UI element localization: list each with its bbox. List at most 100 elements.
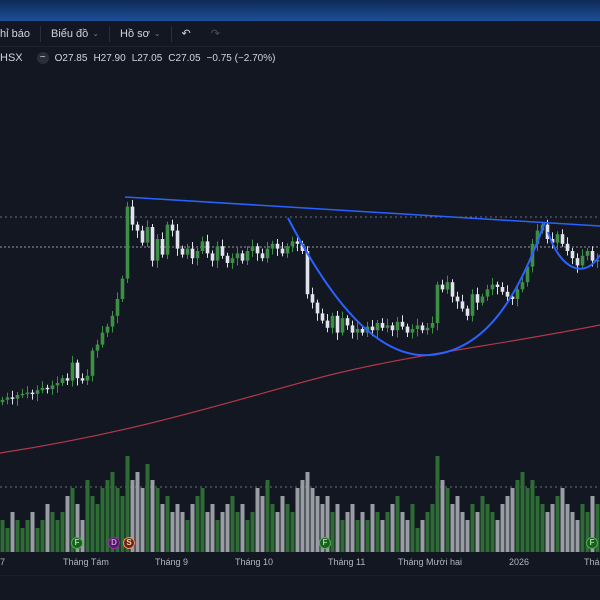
- volume-bar: [355, 520, 360, 552]
- volume-bar: [335, 504, 340, 552]
- candle-body: [395, 321, 400, 331]
- candle-body: [155, 239, 160, 261]
- financials-event-marker[interactable]: F: [319, 537, 331, 549]
- volume-bar: [205, 512, 210, 552]
- candle-body: [50, 385, 55, 389]
- volume-bar: [550, 504, 555, 552]
- split-event-marker[interactable]: S: [123, 537, 135, 549]
- cup-curve-drawing[interactable]: [287, 217, 546, 357]
- candle-body: [90, 350, 95, 376]
- volume-bar: [100, 488, 105, 552]
- volume-bar: [520, 472, 525, 552]
- financials-event-marker[interactable]: F: [586, 537, 598, 549]
- volume-bar: [395, 496, 400, 552]
- candle-body: [585, 251, 590, 256]
- price-chart[interactable]: [0, 0, 600, 575]
- volume-bar: [345, 512, 350, 552]
- candle-body: [275, 243, 280, 249]
- candle-body: [65, 378, 70, 381]
- candle-body: [310, 294, 315, 303]
- candle-body: [185, 248, 190, 255]
- candle-body: [590, 251, 595, 261]
- volume-bar: [460, 512, 465, 552]
- volume-bar: [450, 504, 455, 552]
- candle-body: [230, 258, 235, 263]
- candle-body: [565, 243, 570, 251]
- dividend-event-marker[interactable]: D: [108, 537, 120, 549]
- volume-bar: [285, 504, 290, 552]
- candle-body: [140, 230, 145, 243]
- volume-bar: [160, 504, 165, 552]
- candle-body: [445, 282, 450, 290]
- volume-bar: [20, 528, 25, 552]
- candle-body: [40, 387, 45, 391]
- volume-bar: [555, 496, 560, 552]
- candle-body: [210, 253, 215, 261]
- candle-body: [170, 224, 175, 231]
- candle-body: [315, 302, 320, 314]
- candle-body: [150, 227, 155, 261]
- candle-body: [440, 284, 445, 290]
- candle-body: [425, 327, 430, 331]
- volume-bar: [40, 520, 45, 552]
- financials-event-marker[interactable]: F: [71, 537, 83, 549]
- candle-body: [10, 397, 15, 399]
- volume-bar: [545, 512, 550, 552]
- volume-bar: [365, 520, 370, 552]
- candle-body: [280, 248, 285, 254]
- candle-body: [45, 387, 50, 390]
- candle-body: [20, 393, 25, 396]
- volume-bar: [360, 512, 365, 552]
- volume-bar: [525, 488, 530, 552]
- volume-bar: [90, 496, 95, 552]
- volume-bar: [405, 520, 410, 552]
- volume-bar: [505, 496, 510, 552]
- candle-body: [400, 321, 405, 327]
- volume-bar: [305, 472, 310, 552]
- candle-body: [270, 243, 275, 249]
- candle-body: [205, 241, 210, 254]
- candle-body: [115, 299, 120, 316]
- volume-bar: [0, 520, 5, 552]
- candle-body: [260, 253, 265, 259]
- volume-bar: [485, 504, 490, 552]
- candle-body: [55, 383, 60, 386]
- volume-bar: [155, 488, 160, 552]
- volume-bar: [310, 488, 315, 552]
- volume-bar: [25, 520, 30, 552]
- candle-body: [420, 325, 425, 331]
- candle-body: [160, 239, 165, 255]
- candle-body: [285, 246, 290, 254]
- candle-body: [105, 326, 110, 333]
- volume-bar: [85, 480, 90, 552]
- volume-bar: [445, 488, 450, 552]
- volume-bar: [200, 488, 205, 552]
- volume-bar: [400, 512, 405, 552]
- candle-body: [190, 248, 195, 259]
- candle-body: [345, 318, 350, 326]
- trendline-drawing[interactable]: [124, 196, 600, 227]
- candle-body: [30, 392, 35, 395]
- candle-body: [515, 289, 520, 299]
- volume-bar: [250, 512, 255, 552]
- candle-body: [265, 248, 270, 259]
- volume-bar: [295, 488, 300, 552]
- x-axis-label: Tháng 9: [155, 557, 189, 567]
- volume-bar: [260, 496, 265, 552]
- volume-bar: [340, 520, 345, 552]
- candle-body: [330, 315, 335, 328]
- volume-bar: [375, 512, 380, 552]
- volume-bar: [570, 512, 575, 552]
- candle-body: [410, 329, 415, 333]
- volume-bar: [95, 504, 100, 552]
- volume-bar: [140, 488, 145, 552]
- candle-body: [470, 294, 475, 316]
- candle-body: [430, 323, 435, 328]
- volume-bar: [515, 480, 520, 552]
- volume-bar: [230, 496, 235, 552]
- volume-bar: [495, 520, 500, 552]
- volume-bar: [255, 488, 260, 552]
- candle-body: [495, 284, 500, 287]
- candle-body: [200, 241, 205, 251]
- volume-bar: [420, 520, 425, 552]
